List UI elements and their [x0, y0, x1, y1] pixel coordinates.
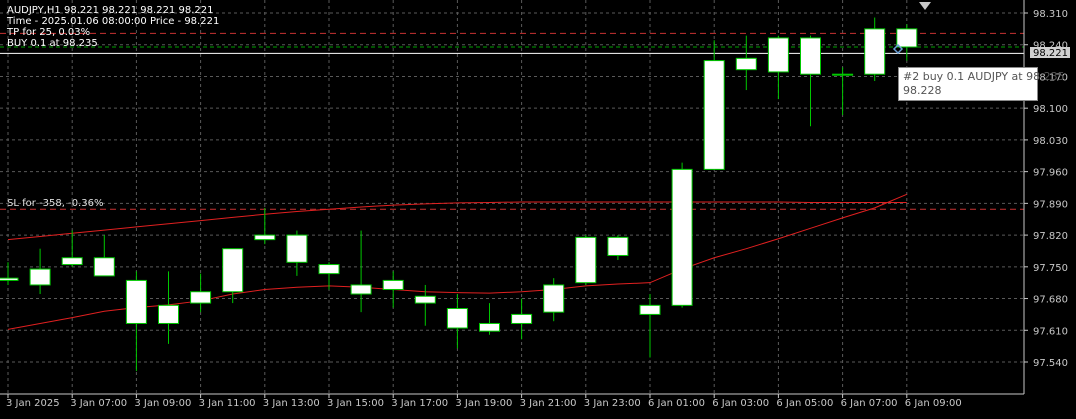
candle [575, 235, 597, 285]
y-tick-label: 98.030 [1033, 136, 1068, 147]
y-tick-label: 97.750 [1033, 263, 1068, 274]
candle-body [767, 37, 789, 73]
symbol-info: AUDJPY,H1 98.221 98.221 98.221 98.221 [7, 5, 213, 16]
x-tick-label: 3 Jan 07:00 [70, 398, 127, 409]
candle-body [735, 57, 757, 71]
x-tick-label: 3 Jan 09:00 [134, 398, 191, 409]
candle-body [864, 28, 886, 75]
y-tick-label: 98.100 [1033, 104, 1068, 115]
x-tick-label: 3 Jan 15:00 [327, 398, 384, 409]
candle-body [382, 279, 404, 290]
chart-background [0, 0, 1076, 415]
candle-body [190, 291, 212, 304]
y-tick-label: 97.890 [1033, 199, 1068, 210]
candle-body [511, 313, 533, 324]
price-tag-text: 98.221 [1033, 48, 1068, 59]
candle-body [446, 308, 468, 329]
candle-body [0, 277, 19, 281]
y-tick-label: 97.960 [1033, 168, 1068, 179]
candle-body [254, 234, 276, 241]
candle-body [671, 168, 693, 306]
x-tick-label: 3 Jan 17:00 [391, 398, 448, 409]
candle-body [318, 264, 340, 275]
candle-body [832, 73, 854, 76]
candle-body [125, 279, 147, 324]
candle-body [158, 304, 179, 324]
tooltip-line-2: 98.228 [903, 84, 942, 97]
candle-body [639, 304, 661, 315]
candle-body [800, 37, 821, 75]
y-tick-label: 97.610 [1033, 326, 1068, 337]
candle-body [414, 295, 436, 304]
x-tick-label: 6 Jan 05:00 [776, 398, 833, 409]
y-tick-label: 97.540 [1033, 358, 1068, 369]
x-tick-label: 6 Jan 03:00 [712, 398, 769, 409]
candle-body [61, 257, 83, 266]
y-tick-label: 97.680 [1033, 295, 1068, 306]
candle-body [575, 236, 597, 284]
x-tick-label: 6 Jan 09:00 [905, 398, 962, 409]
x-tick-label: 3 Jan 11:00 [199, 398, 256, 409]
candle-body [607, 236, 629, 256]
candle-body [93, 257, 115, 277]
tp-info: TP for 25, 0.03% [6, 27, 90, 38]
chart-canvas[interactable]: 98.31098.24098.17098.10098.03097.96097.8… [0, 0, 1076, 415]
x-tick-label: 6 Jan 01:00 [648, 398, 705, 409]
candle [671, 162, 693, 308]
candle-body [479, 322, 500, 332]
sl-label: SL for -358, -0.36% [7, 198, 103, 209]
candle-body [896, 28, 918, 48]
crosshair-info: Time - 2025.01.06 08:00:00 Price - 98.22… [6, 16, 219, 27]
x-tick-label: 3 Jan 23:00 [584, 398, 641, 409]
candle-body [286, 234, 308, 263]
trade-tooltip: #2 buy 0.1 AUDJPY at 98.235 98.228 [898, 67, 1065, 101]
trading-chart[interactable]: 98.310 98.240 98.170 98.100 98.030 97.960 97.8… [0, 0, 1076, 415]
candle-body [703, 60, 725, 170]
candle-body [350, 284, 372, 295]
tooltip-line-1: #2 buy 0.1 AUDJPY at 98.235 [903, 70, 1065, 83]
x-tick-label: 3 Jan 2025 [6, 398, 60, 409]
x-tick-label: 6 Jan 07:00 [841, 398, 898, 409]
y-tick-label: 98.310 [1033, 9, 1068, 20]
x-tick-label: 3 Jan 13:00 [263, 398, 320, 409]
candle-body [543, 284, 565, 313]
buy-info: BUY 0.1 at 98.235 [7, 38, 98, 49]
candle-body [222, 248, 244, 293]
y-tick-label: 97.820 [1033, 231, 1068, 242]
x-tick-label: 3 Jan 21:00 [520, 398, 577, 409]
candle-body [29, 268, 51, 286]
x-tick-label: 3 Jan 19:00 [455, 398, 512, 409]
